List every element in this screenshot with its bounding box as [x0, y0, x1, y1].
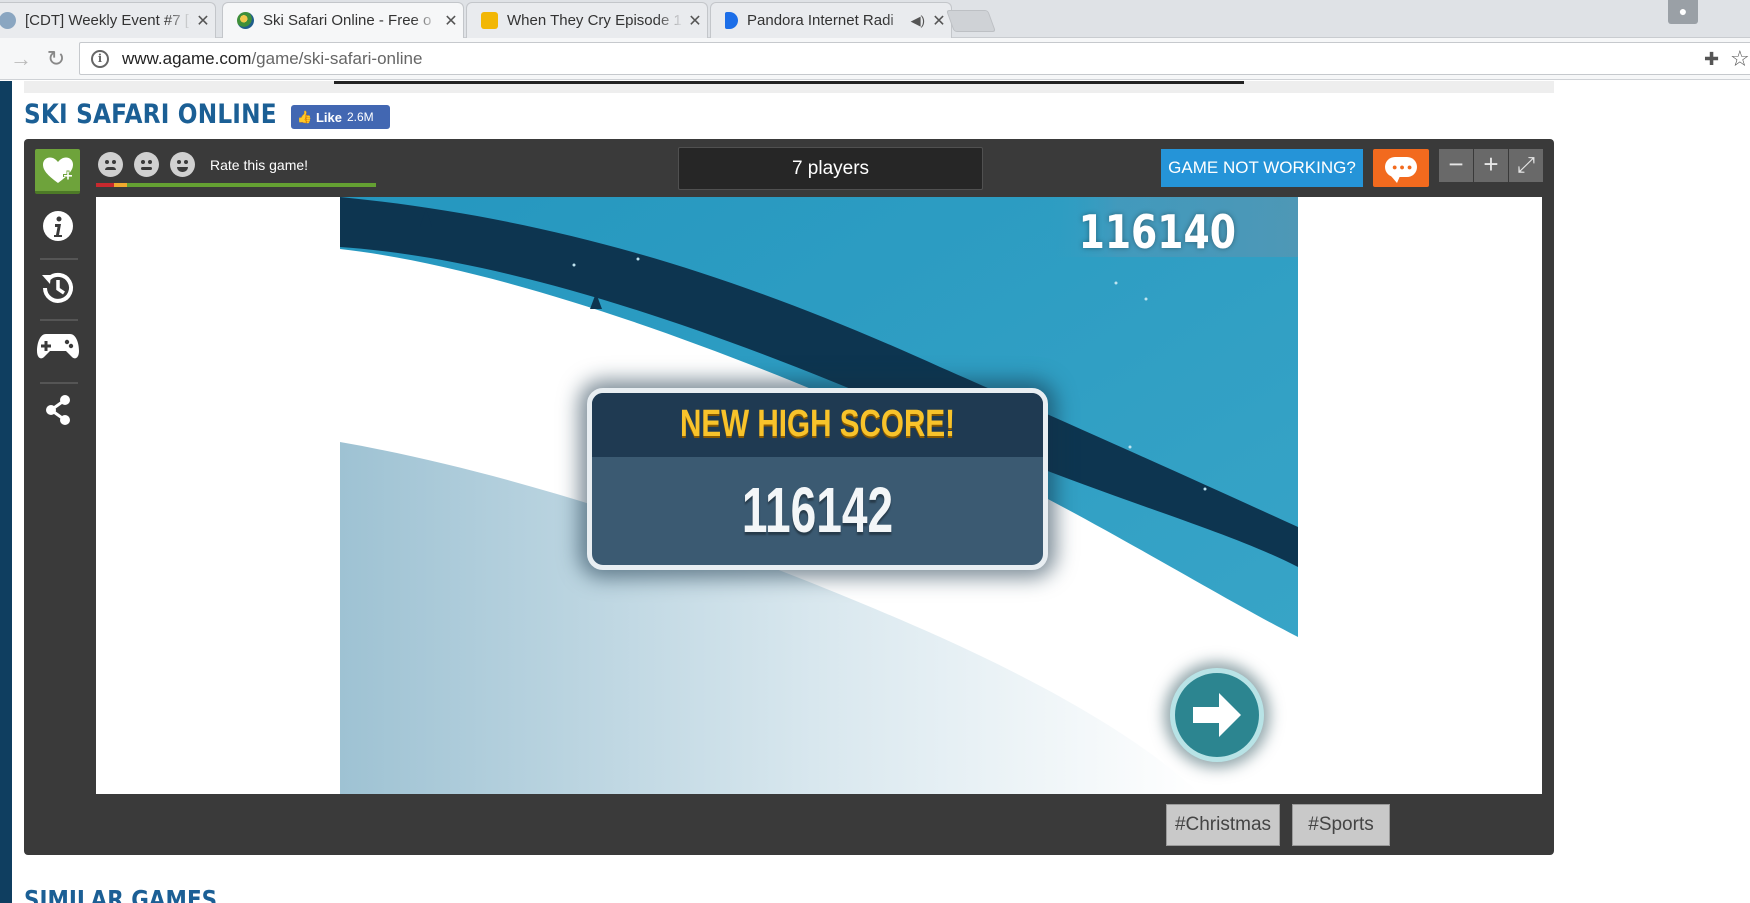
tab-ski-safari[interactable]: Ski Safari Online - Free o ✕: [222, 2, 464, 38]
extension-puzzle-icon[interactable]: ✚: [1704, 49, 1719, 70]
like-count: 2.6M: [346, 110, 374, 124]
web-page: SKI SAFARI ONLINE 👍 Like 2.6M Rate this …: [0, 81, 1750, 903]
new-tab-button[interactable]: [945, 10, 997, 32]
pandora-favicon-icon: [725, 12, 738, 29]
similar-games-heading: SIMILAR GAMES: [24, 885, 218, 903]
site-info-icon[interactable]: i: [91, 49, 109, 68]
tab-title: Ski Safari Online - Free o: [263, 12, 432, 29]
ad-banner-remnant: [24, 81, 1554, 93]
tab-when-they-cry[interactable]: When They Cry Episode 1 ✕: [466, 2, 708, 38]
fullscreen-icon[interactable]: ⤢: [1509, 149, 1543, 182]
agame-favicon-icon: [237, 12, 254, 29]
next-arrow-button[interactable]: [1170, 668, 1264, 762]
url-domain: www.agame.com: [122, 48, 252, 68]
browser-toolbar: → ↻ i www.agame.com/game/ski-safari-onli…: [0, 38, 1750, 80]
rating-faces: Rate this game!: [98, 152, 308, 177]
heart-plus-icon[interactable]: [35, 149, 80, 194]
gamepad-icon[interactable]: [35, 329, 80, 374]
arrow-right-icon: [1193, 693, 1241, 737]
reload-icon[interactable]: ↻: [43, 46, 69, 72]
zoom-controls: − + ⤢: [1439, 149, 1545, 182]
back-arrow-icon[interactable]: →: [8, 46, 34, 72]
happy-face-icon[interactable]: [170, 152, 195, 177]
forum-favicon-icon: [0, 12, 16, 29]
sad-face-icon[interactable]: [98, 152, 123, 177]
info-icon[interactable]: [35, 209, 80, 254]
current-score: 116140: [1078, 205, 1236, 259]
zoom-in-button[interactable]: +: [1474, 149, 1508, 182]
close-tab-icon[interactable]: ✕: [191, 11, 215, 31]
url-text[interactable]: www.agame.com/game/ski-safari-online: [122, 49, 422, 69]
profile-avatar-icon[interactable]: ●: [1668, 0, 1698, 24]
page-title: SKI SAFARI ONLINE: [24, 99, 277, 130]
game-viewport[interactable]: 116140 NEW HIGH SCORE! 116142: [96, 197, 1542, 794]
audio-playing-icon[interactable]: ◀): [911, 13, 925, 29]
game-frame: Rate this game! 7 players GAME NOT WORKI…: [24, 139, 1554, 855]
tab-title: When They Cry Episode 1: [507, 12, 682, 29]
players-count: 7 players: [678, 147, 983, 190]
thumbs-up-icon: 👍: [297, 110, 312, 124]
game-canvas[interactable]: 116140 NEW HIGH SCORE! 116142: [340, 197, 1298, 794]
close-tab-icon[interactable]: ✕: [683, 11, 707, 31]
high-score-label: NEW HIGH SCORE!: [680, 403, 955, 445]
history-icon[interactable]: [35, 269, 80, 314]
chat-bubble-icon[interactable]: ●●●: [1373, 149, 1429, 187]
share-icon[interactable]: [35, 394, 80, 439]
tab-pandora[interactable]: Pandora Internet Radi ◀) ✕: [710, 2, 952, 38]
tag-sports[interactable]: #Sports: [1292, 804, 1390, 846]
high-score-panel: NEW HIGH SCORE! 116142: [587, 388, 1048, 570]
high-score-value: 116142: [741, 474, 894, 546]
crunchyroll-favicon-icon: [481, 12, 498, 29]
url-path: /game/ski-safari-online: [251, 48, 423, 68]
close-tab-icon[interactable]: ✕: [439, 11, 463, 31]
rate-this-game-label: Rate this game!: [210, 156, 309, 173]
browser-tab-strip: [CDT] Weekly Event #7 [S ✕ Ski Safari On…: [0, 0, 1750, 38]
neutral-face-icon[interactable]: [134, 152, 159, 177]
tab-cdt-weekly-event[interactable]: [CDT] Weekly Event #7 [S ✕: [0, 2, 216, 38]
tab-title: Pandora Internet Radi: [747, 12, 894, 29]
tab-title: [CDT] Weekly Event #7 [S: [25, 12, 191, 29]
rating-bar: [96, 183, 376, 187]
bookmark-star-icon[interactable]: ☆: [1730, 46, 1750, 72]
game-not-working-button[interactable]: GAME NOT WORKING?: [1161, 149, 1363, 187]
tag-christmas[interactable]: #Christmas: [1166, 804, 1280, 846]
address-bar[interactable]: i www.agame.com/game/ski-safari-online ✚…: [79, 42, 1750, 75]
like-label: Like: [315, 109, 342, 125]
left-accent-strip: [0, 81, 12, 903]
zoom-out-button[interactable]: −: [1439, 149, 1473, 182]
facebook-like-button[interactable]: 👍 Like 2.6M: [291, 105, 390, 129]
